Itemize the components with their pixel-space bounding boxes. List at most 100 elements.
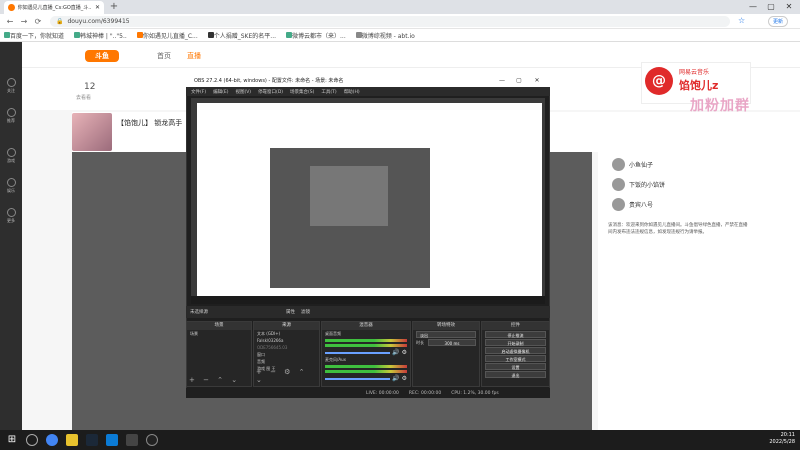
left-nav-more[interactable]: 更多 (0, 208, 22, 224)
bookmark-item[interactable]: 你如遇见儿直播_C... (136, 31, 198, 40)
back-icon[interactable]: ← (4, 16, 16, 27)
obs-close-icon[interactable]: ✕ (530, 75, 544, 87)
duration-input[interactable]: 300 ms (428, 339, 476, 346)
gear-icon[interactable]: ⚙ (402, 349, 407, 356)
volume-slider[interactable] (325, 377, 391, 380)
rank-row[interactable]: 下饭的小馅饼 (612, 176, 762, 192)
source-item[interactable]: ODE756645.03 (254, 344, 319, 351)
update-button[interactable]: 更新 (768, 16, 789, 27)
speaker-icon[interactable]: 🔊 (392, 349, 399, 356)
nav-live[interactable]: 直播 (187, 51, 201, 61)
star-icon[interactable]: ☆ (738, 16, 745, 25)
menu-view[interactable]: 视图(V) (235, 89, 251, 95)
preview-taskbar (191, 296, 545, 304)
close-tab-icon[interactable]: ✕ (95, 4, 100, 11)
volume-slider[interactable] (325, 351, 391, 354)
source-controls[interactable]: + − ⚙ ⌃ ⌄ (256, 368, 319, 384)
bookmark-item[interactable]: 微博云都市（来）... (286, 31, 346, 40)
avatar (612, 157, 625, 171)
obs-title: OBS 27.2.4 (64-bit, windows) - 配置文件: 未命名… (194, 78, 344, 84)
mixer-channel-label: 桌面音频 (325, 331, 341, 336)
scenes-header: 场景 (187, 322, 251, 330)
exit-button[interactable]: 退出 (485, 371, 546, 378)
steam-icon[interactable] (86, 434, 98, 446)
left-nav-entertainment[interactable]: 娱乐 (0, 178, 22, 194)
menu-edit[interactable]: 编辑(E) (213, 89, 228, 95)
controls-header: 控件 (482, 322, 549, 330)
preview-recursive-frame (310, 166, 388, 226)
system-clock[interactable]: 20:11 2022/5/28 (750, 432, 795, 446)
transitions-header: 转场特效 (413, 322, 479, 330)
audio-meter (325, 370, 407, 373)
menu-help[interactable]: 帮助(H) (344, 89, 360, 95)
windows-start-icon[interactable]: ⊞ (6, 434, 18, 446)
nav-home[interactable]: 首页 (157, 51, 171, 61)
reload-icon[interactable]: ⟳ (32, 16, 44, 27)
obs-minimize-icon[interactable]: — (495, 75, 509, 87)
duration-label: 时长 (416, 339, 424, 345)
new-tab-button[interactable]: + (108, 1, 120, 13)
stop-streaming-button[interactable]: 停止推流 (485, 331, 546, 338)
chat-message: 该消息：欢迎来到你如遇见儿直播间。斗鱼倡导绿色直播，严禁在直播间内发布违法违规信… (608, 223, 748, 235)
menu-file[interactable]: 文件(F) (191, 89, 206, 95)
browser-tab[interactable]: 你如遇见儿直播_Cs:GO直播_斗... ✕ (4, 1, 104, 14)
rank-row[interactable]: 贵宾八号 (612, 196, 762, 212)
bookmark-item[interactable]: 韩城神棒 | ".."5.. (74, 31, 127, 40)
menu-docks[interactable]: 停靠窗口(D) (258, 89, 283, 95)
scene-controls[interactable]: + − ⌃ ⌄ (189, 376, 240, 384)
left-nav-games[interactable]: 游戏 (0, 148, 22, 164)
address-bar[interactable]: 🔒 douyu.com/6399415 (50, 16, 730, 27)
settings-button[interactable]: 设置 (485, 363, 546, 370)
speaker-icon[interactable]: 🔊 (392, 375, 399, 382)
filters-button[interactable]: 滤镜 (301, 309, 310, 315)
minimize-icon[interactable]: — (744, 1, 762, 13)
avatar (612, 197, 625, 211)
properties-button[interactable]: 属性 (286, 309, 295, 315)
search-icon[interactable] (26, 434, 38, 446)
menu-tools[interactable]: 工具(T) (321, 89, 336, 95)
fan-slogan: 加粉加群 (690, 98, 750, 114)
gear-icon[interactable]: ⚙ (402, 375, 407, 382)
maximize-icon[interactable]: ▢ (762, 1, 780, 13)
left-nav-follow[interactable]: 关注 (0, 78, 22, 94)
stat-label[interactable]: 去看看 (76, 94, 91, 101)
clock-date: 2022/5/28 (769, 439, 795, 445)
mixer-dock: 混音器 桌面音频 🔊 ⚙ 麦克风/Aux 🔊 ⚙ (321, 321, 411, 387)
bookmark-item[interactable]: 个人捐赠_SKE的名平... (207, 31, 276, 40)
virtual-camera-button[interactable]: 启动虚拟摄像机 (485, 347, 546, 354)
rank-row[interactable]: 小鱼仙子 (612, 156, 762, 172)
netease-name: 馅饱儿z (679, 79, 719, 92)
source-item[interactable]: 文本 (GDI+) (254, 330, 319, 337)
file-explorer-icon[interactable] (66, 434, 78, 446)
obs-menu-bar: 文件(F) 编辑(E) 视图(V) 停靠窗口(D) 场景集合(S) 工具(T) … (186, 87, 550, 96)
left-nav-recommend[interactable]: 推荐 (0, 108, 22, 124)
obs-taskbar-icon[interactable] (146, 434, 158, 446)
scene-item[interactable]: 场景 (187, 330, 251, 337)
stat-value: 12 (84, 82, 96, 92)
source-item[interactable]: 音频 (254, 358, 319, 365)
bookmark-item[interactable]: 百度一下，你就知道 (4, 31, 64, 40)
streamer-avatar[interactable] (72, 113, 112, 151)
douyu-favicon-icon (8, 4, 15, 11)
app-icon[interactable] (106, 434, 118, 446)
controls-dock: 控件 停止推流 开始录制 启动虚拟摄像机 工作室模式 设置 退出 (481, 321, 550, 387)
scenes-dock: 场景 场景 + − ⌃ ⌄ (186, 321, 252, 387)
transition-select[interactable]: 淡出 (416, 331, 476, 338)
bookmarks-bar: 百度一下，你就知道 韩城神棒 | ".."5.. 你如遇见儿直播_C... 个人… (0, 29, 800, 42)
bookmark-item[interactable]: 微博综视频 - abt.io (355, 31, 415, 40)
obs-maximize-icon[interactable]: ▢ (512, 75, 526, 87)
app-icon[interactable] (126, 434, 138, 446)
audio-meter (325, 339, 407, 342)
forward-icon[interactable]: → (18, 16, 30, 27)
lock-icon: 🔒 (56, 18, 64, 25)
chrome-icon[interactable] (46, 434, 58, 446)
avatar (612, 177, 625, 191)
source-item[interactable]: 窗口 (254, 351, 319, 358)
menu-scene-collection[interactable]: 场景集合(S) (290, 89, 314, 95)
source-item[interactable]: Falsk\03266a (254, 337, 319, 344)
close-window-icon[interactable]: ✕ (780, 1, 798, 13)
studio-mode-button[interactable]: 工作室模式 (485, 355, 546, 362)
start-recording-button[interactable]: 开始录制 (485, 339, 546, 346)
netease-music-icon: @ (645, 67, 673, 95)
douyu-logo[interactable]: 斗鱼 (85, 50, 119, 62)
